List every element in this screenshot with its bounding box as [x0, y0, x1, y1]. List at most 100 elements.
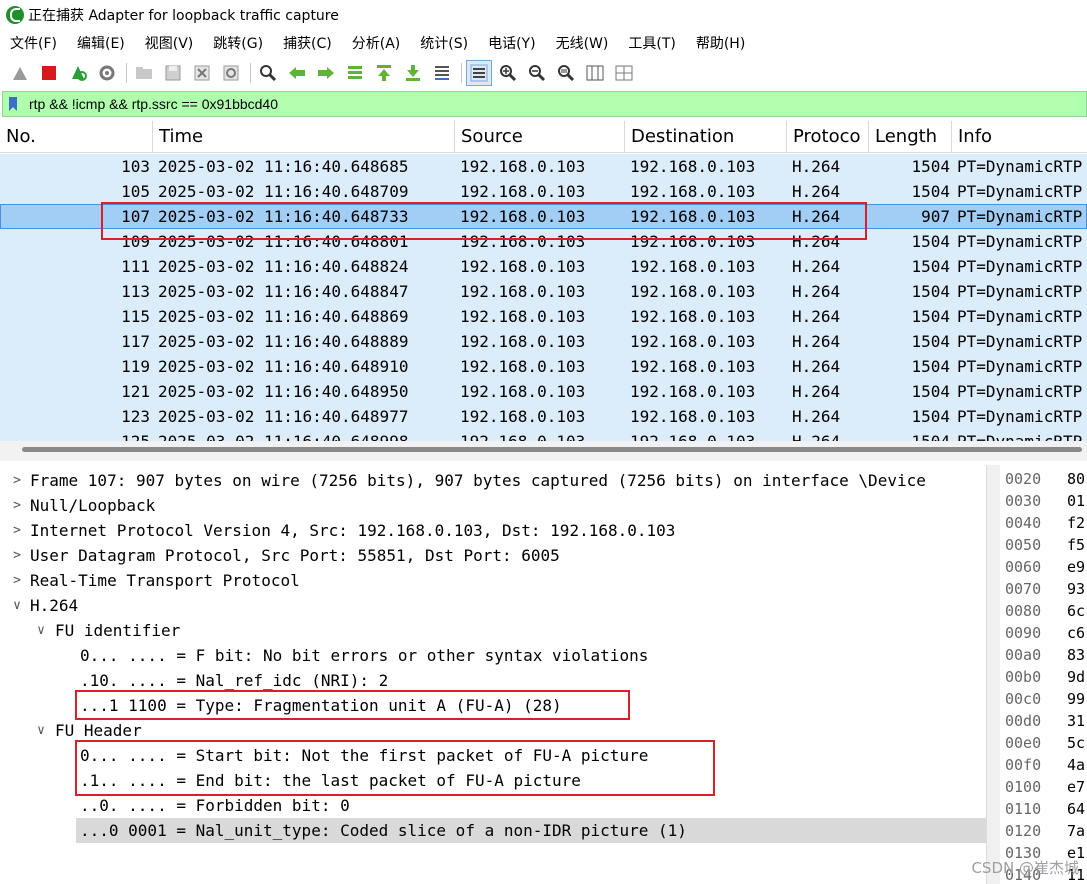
column-header-length[interactable]: Length	[869, 121, 952, 153]
zoom-in-icon[interactable]	[496, 61, 520, 85]
packet-row[interactable]: 113 2025-03-02 11:16:40.648847 192.168.0.1…	[0, 279, 1087, 304]
column-header-time[interactable]: Time	[153, 121, 455, 153]
packet-row[interactable]: 119 2025-03-02 11:16:40.648910 192.168.0.1…	[0, 354, 1087, 379]
detail-row[interactable]: > Real-Time Transport Protocol	[0, 568, 986, 593]
detail-row[interactable]: > Null/Loopback	[0, 493, 986, 518]
reload-icon[interactable]	[219, 61, 243, 85]
last-packet-icon[interactable]	[401, 61, 425, 85]
column-header-protocol[interactable]: Protoco	[787, 121, 869, 153]
packet-row[interactable]: 103 2025-03-02 11:16:40.648685 192.168.0.1…	[0, 154, 1087, 179]
hex-offset: 0090	[1005, 624, 1042, 642]
detail-row[interactable]: ∨ H.264	[0, 593, 986, 618]
packet-row[interactable]: 125 2025-03-02 11:16:40.648998 192.168.0.1…	[0, 429, 1087, 441]
packet-row[interactable]: 109 2025-03-02 11:16:40.648801 192.168.0.1…	[0, 229, 1087, 254]
packet-list-horizontal-scrollbar[interactable]	[0, 441, 1087, 461]
shark-fin-icon[interactable]	[8, 61, 32, 85]
go-to-packet-icon[interactable]	[343, 61, 367, 85]
detail-row[interactable]: .1.. .... = End bit: the last packet of …	[0, 768, 986, 793]
autoscroll-icon[interactable]	[430, 61, 454, 85]
detail-row[interactable]: ∨ FU identifier	[0, 618, 986, 643]
filter-bookmark-icon[interactable]	[3, 92, 23, 116]
column-header-destination[interactable]: Destination	[625, 121, 787, 153]
watermark: CSDN @崔杰城	[971, 859, 1079, 877]
hex-offset: 0080	[1005, 602, 1042, 620]
packet-cell-source: 192.168.0.103	[460, 382, 586, 401]
open-folder-icon[interactable]	[132, 61, 156, 85]
detail-row[interactable]: 0... .... = Start bit: Not the first pac…	[0, 743, 986, 768]
scrollbar-thumb[interactable]	[22, 447, 1082, 452]
detail-row[interactable]: ...1 1100 = Type: Fragmentation unit A (…	[0, 693, 986, 718]
packet-row[interactable]: 115 2025-03-02 11:16:40.648869 192.168.0.1…	[0, 304, 1087, 329]
menu-item-5[interactable]: 分析(A)	[352, 33, 401, 53]
packet-cell-no: 105	[121, 182, 150, 201]
packet-list: No. Time Source Destination Protoco Leng…	[0, 121, 1087, 441]
expanded-chevron-icon[interactable]: ∨	[10, 593, 24, 618]
menu-item-10[interactable]: 帮助(H)	[696, 33, 745, 53]
column-header-no[interactable]: No.	[0, 121, 153, 153]
expanded-chevron-icon[interactable]: ∨	[34, 618, 48, 643]
zoom-normal-icon[interactable]	[554, 61, 578, 85]
packet-cell-source: 192.168.0.103	[460, 232, 586, 251]
packet-list-header: No. Time Source Destination Protoco Leng…	[0, 121, 1087, 153]
expanded-chevron-icon[interactable]: ∨	[34, 718, 48, 743]
find-icon[interactable]	[256, 61, 280, 85]
detail-text: FU identifier	[55, 621, 181, 640]
first-packet-icon[interactable]	[372, 61, 396, 85]
back-arrow-icon[interactable]	[285, 61, 309, 85]
menu-item-3[interactable]: 跳转(G)	[213, 33, 263, 53]
menu-item-2[interactable]: 视图(V)	[145, 33, 194, 53]
hex-byte: f5	[1067, 536, 1086, 554]
pane-splitter[interactable]	[986, 465, 1000, 884]
detail-row[interactable]: .10. .... = Nal_ref_idc (NRI): 2	[0, 668, 986, 693]
collapsed-chevron-icon[interactable]: >	[10, 543, 24, 568]
restart-icon[interactable]	[66, 61, 90, 85]
menu-item-6[interactable]: 统计(S)	[420, 33, 468, 53]
packet-cell-time: 2025-03-02 11:16:40.648824	[158, 257, 409, 276]
collapsed-chevron-icon[interactable]: >	[10, 518, 24, 543]
detail-row[interactable]: > Internet Protocol Version 4, Src: 192.1…	[0, 518, 986, 543]
collapsed-chevron-icon[interactable]: >	[10, 568, 24, 593]
forward-arrow-icon[interactable]	[314, 61, 338, 85]
column-header-info[interactable]: Info	[952, 121, 1087, 153]
packet-cell-time: 2025-03-02 11:16:40.648685	[158, 157, 409, 176]
packet-cell-length: 1504	[911, 282, 950, 301]
hex-offset: 0020	[1005, 470, 1042, 488]
packet-cell-time: 2025-03-02 11:16:40.648977	[158, 407, 409, 426]
detail-row[interactable]: > User Datagram Protocol, Src Port: 55851…	[0, 543, 986, 568]
colorize-icon[interactable]	[466, 60, 492, 86]
packet-row[interactable]: 105 2025-03-02 11:16:40.648709 192.168.0.1…	[0, 179, 1087, 204]
packet-cell-source: 192.168.0.103	[460, 207, 586, 226]
menu-item-9[interactable]: 工具(T)	[628, 33, 675, 53]
packet-cell-source: 192.168.0.103	[460, 307, 586, 326]
detail-row[interactable]: ∨ FU Header	[0, 718, 986, 743]
zoom-out-icon[interactable]	[525, 61, 549, 85]
detail-row[interactable]: > Frame 107: 907 bytes on wire (7256 bits…	[0, 468, 986, 493]
menu-item-7[interactable]: 电话(Y)	[488, 33, 535, 53]
resize-columns-icon[interactable]	[583, 61, 607, 85]
packet-row[interactable]: 111 2025-03-02 11:16:40.648824 192.168.0.1…	[0, 254, 1087, 279]
menu-item-4[interactable]: 捕获(C)	[283, 33, 332, 53]
collapsed-chevron-icon[interactable]: >	[10, 493, 24, 518]
packet-row-selected[interactable]: 107 2025-03-02 11:16:40.648733 192.168.0.1…	[0, 204, 1087, 229]
packet-cell-protocol: H.264	[792, 232, 841, 251]
detail-row[interactable]: ..0. .... = Forbidden bit: 0	[0, 793, 986, 818]
stop-icon[interactable]	[37, 61, 61, 85]
hex-byte: 64	[1067, 800, 1086, 818]
menu-item-0[interactable]: 文件(F)	[10, 33, 57, 53]
detail-row[interactable]: ...0 0001 = Nal_unit_type: Coded slice o…	[76, 818, 986, 843]
menu-item-1[interactable]: 编辑(E)	[77, 33, 125, 53]
save-icon[interactable]	[161, 61, 185, 85]
packet-row[interactable]: 121 2025-03-02 11:16:40.648950 192.168.0.1…	[0, 379, 1087, 404]
options-gear-icon[interactable]	[95, 61, 119, 85]
packet-cell-time: 2025-03-02 11:16:40.648801	[158, 232, 409, 251]
packet-row[interactable]: 117 2025-03-02 11:16:40.648889 192.168.0.1…	[0, 329, 1087, 354]
layout-icon[interactable]	[612, 61, 636, 85]
detail-row[interactable]: 0... .... = F bit: No bit errors or othe…	[0, 643, 986, 668]
detail-text: Null/Loopback	[30, 496, 156, 515]
close-file-icon[interactable]	[190, 61, 214, 85]
display-filter-input[interactable]	[23, 93, 1086, 115]
collapsed-chevron-icon[interactable]: >	[10, 468, 24, 493]
column-header-source[interactable]: Source	[455, 121, 625, 153]
packet-row[interactable]: 123 2025-03-02 11:16:40.648977 192.168.0.1…	[0, 404, 1087, 429]
menu-item-8[interactable]: 无线(W)	[556, 33, 609, 53]
